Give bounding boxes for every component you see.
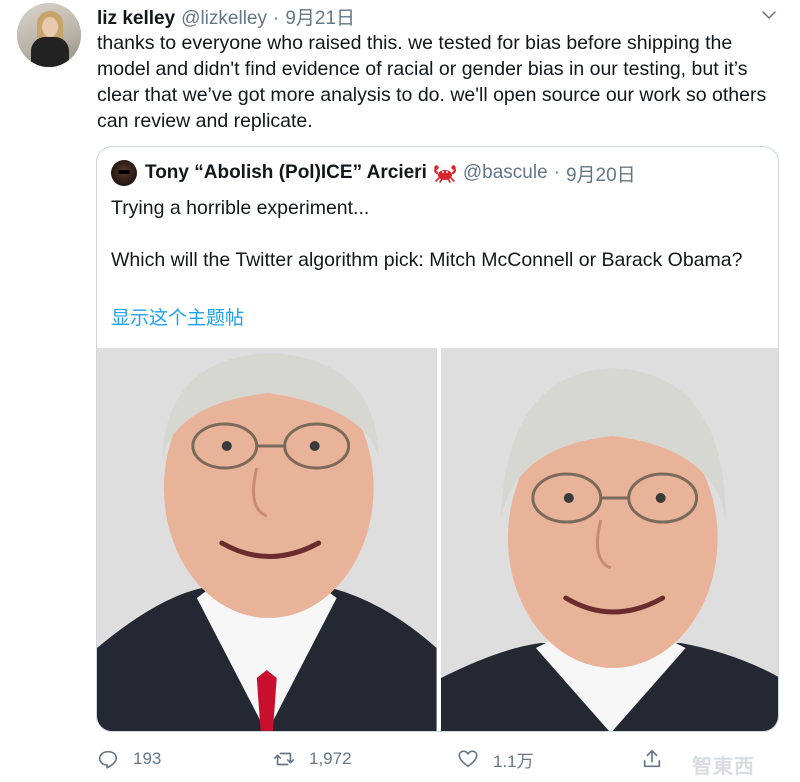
quoted-line-2: Which will the Twitter algorithm pick: M… [111,249,743,271]
share-icon [643,749,661,768]
quoted-avatar [111,160,137,186]
retweet-button[interactable]: 1,972 [273,745,352,773]
quoted-display-name: Tony “Abolish (Pol)ICE” Arcieri [145,162,427,183]
tweet-header: liz kelley @lizkelley · 9月21日 [97,3,355,29]
reply-icon [98,750,118,769]
share-button[interactable] [641,745,677,773]
tweet-date[interactable]: 9月21日 [285,3,355,30]
separator-dot: · [272,8,280,29]
display-name[interactable]: liz kelley [97,8,175,30]
separator-dot: · [553,162,560,183]
quoted-tweet-header: Tony “Abolish (Pol)ICE” Arcieri @bascule… [111,160,636,186]
portrait-photo-left[interactable] [97,348,437,731]
avatar[interactable] [17,3,81,67]
chevron-down-icon[interactable] [760,6,778,24]
quoted-line-1: Trying a horrible experiment... [111,197,370,219]
retweet-icon [274,752,294,766]
like-count: 1.1万 [493,751,534,771]
reply-count: 193 [133,749,162,768]
crab-emoji-icon [433,165,456,183]
show-thread-link[interactable]: 显示这个主题帖 [111,303,244,330]
quoted-handle: @bascule [462,162,548,183]
like-button[interactable]: 1.1万 [457,745,534,773]
heart-icon [458,750,478,768]
photo-grid [97,348,778,731]
user-handle[interactable]: @lizkelley [181,8,267,30]
quoted-tweet-text: Trying a horrible experiment... Which wi… [111,195,751,273]
quoted-tweet[interactable]: Tony “Abolish (Pol)ICE” Arcieri @bascule… [96,146,779,732]
watermark-logo: 智東西 [692,756,755,778]
tweet: liz kelley @lizkelley · 9月21日 thanks to … [0,0,800,782]
tweet-actions: 193 1,972 1.1万 [97,745,777,773]
reply-button[interactable]: 193 [97,745,161,773]
quoted-date: 9月20日 [565,164,636,186]
portrait-photo-right[interactable] [440,348,778,731]
retweet-count: 1,972 [309,749,352,768]
tweet-text: thanks to everyone who raised this. we t… [97,32,767,132]
